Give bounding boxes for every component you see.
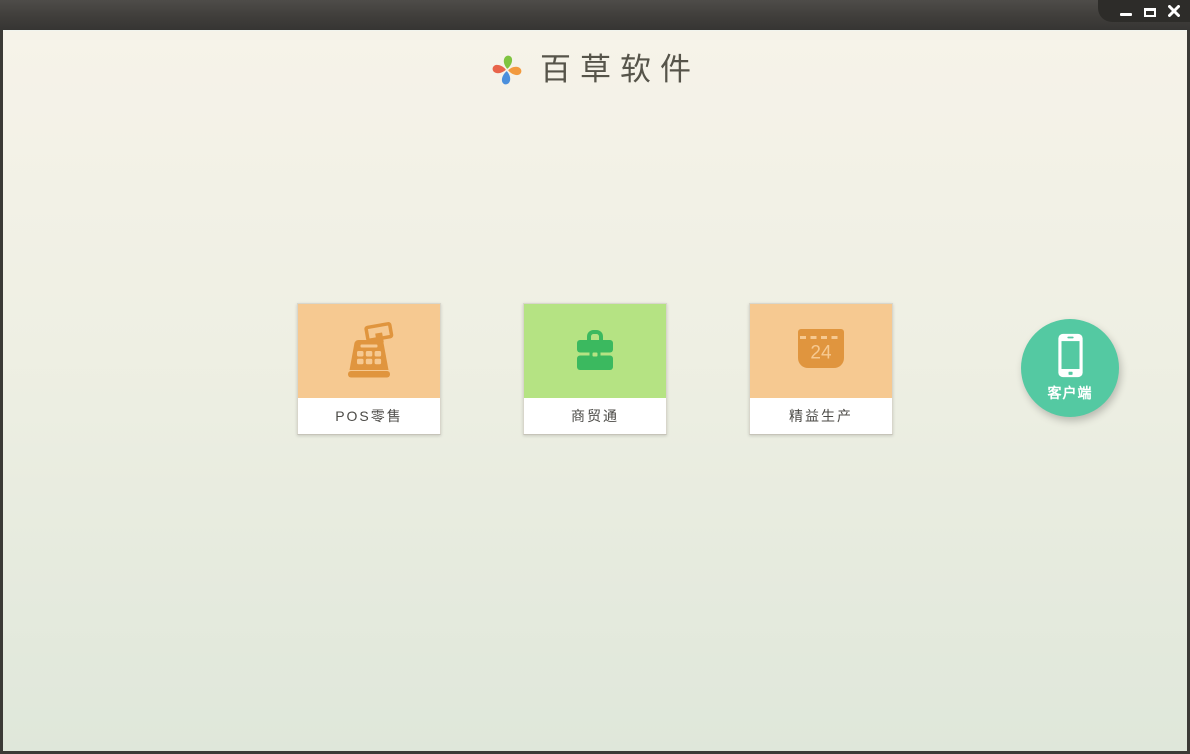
product-cards: POS零售 商贸通 24 精益生产: [297, 303, 893, 435]
smartphone-icon: [1057, 333, 1083, 378]
product-card-production[interactable]: 24 精益生产: [749, 303, 893, 435]
pos-card-label: POS零售: [335, 408, 403, 424]
application-window: { "titlebar": { "controls": [ {"name": "…: [0, 0, 1190, 754]
minimize-button[interactable]: [1119, 3, 1133, 19]
client-button-label: 客户端: [1047, 385, 1093, 401]
trade-card-label: 商贸通: [571, 408, 619, 424]
main-content: 百草软件 POS零售 商贸通 24 精益生产 客户端: [3, 30, 1187, 751]
calendar-icon: 24: [798, 329, 844, 368]
product-card-trade[interactable]: 商贸通: [523, 303, 667, 435]
cash-register-icon: [348, 322, 394, 378]
product-card-pos[interactable]: POS零售: [297, 303, 441, 435]
pinwheel-logo-icon: [492, 55, 522, 85]
calendar-badge: 24: [810, 343, 832, 364]
trade-card-tile: [524, 304, 666, 398]
app-header: 百草软件: [3, 31, 1187, 87]
window-controls: [1098, 0, 1190, 22]
close-button[interactable]: [1167, 3, 1181, 19]
titlebar[interactable]: [0, 0, 1190, 30]
maximize-button[interactable]: [1143, 3, 1157, 19]
pos-card-tile: [298, 304, 440, 398]
app-title: 百草软件: [540, 51, 700, 88]
close-icon: [1168, 5, 1180, 17]
client-button[interactable]: 客户端: [1021, 319, 1119, 417]
production-card-tile: 24: [750, 304, 892, 398]
briefcase-icon: [577, 330, 613, 370]
production-card-label: 精益生产: [789, 408, 853, 424]
maximize-icon: [1144, 7, 1156, 17]
minimize-icon: [1120, 13, 1132, 16]
